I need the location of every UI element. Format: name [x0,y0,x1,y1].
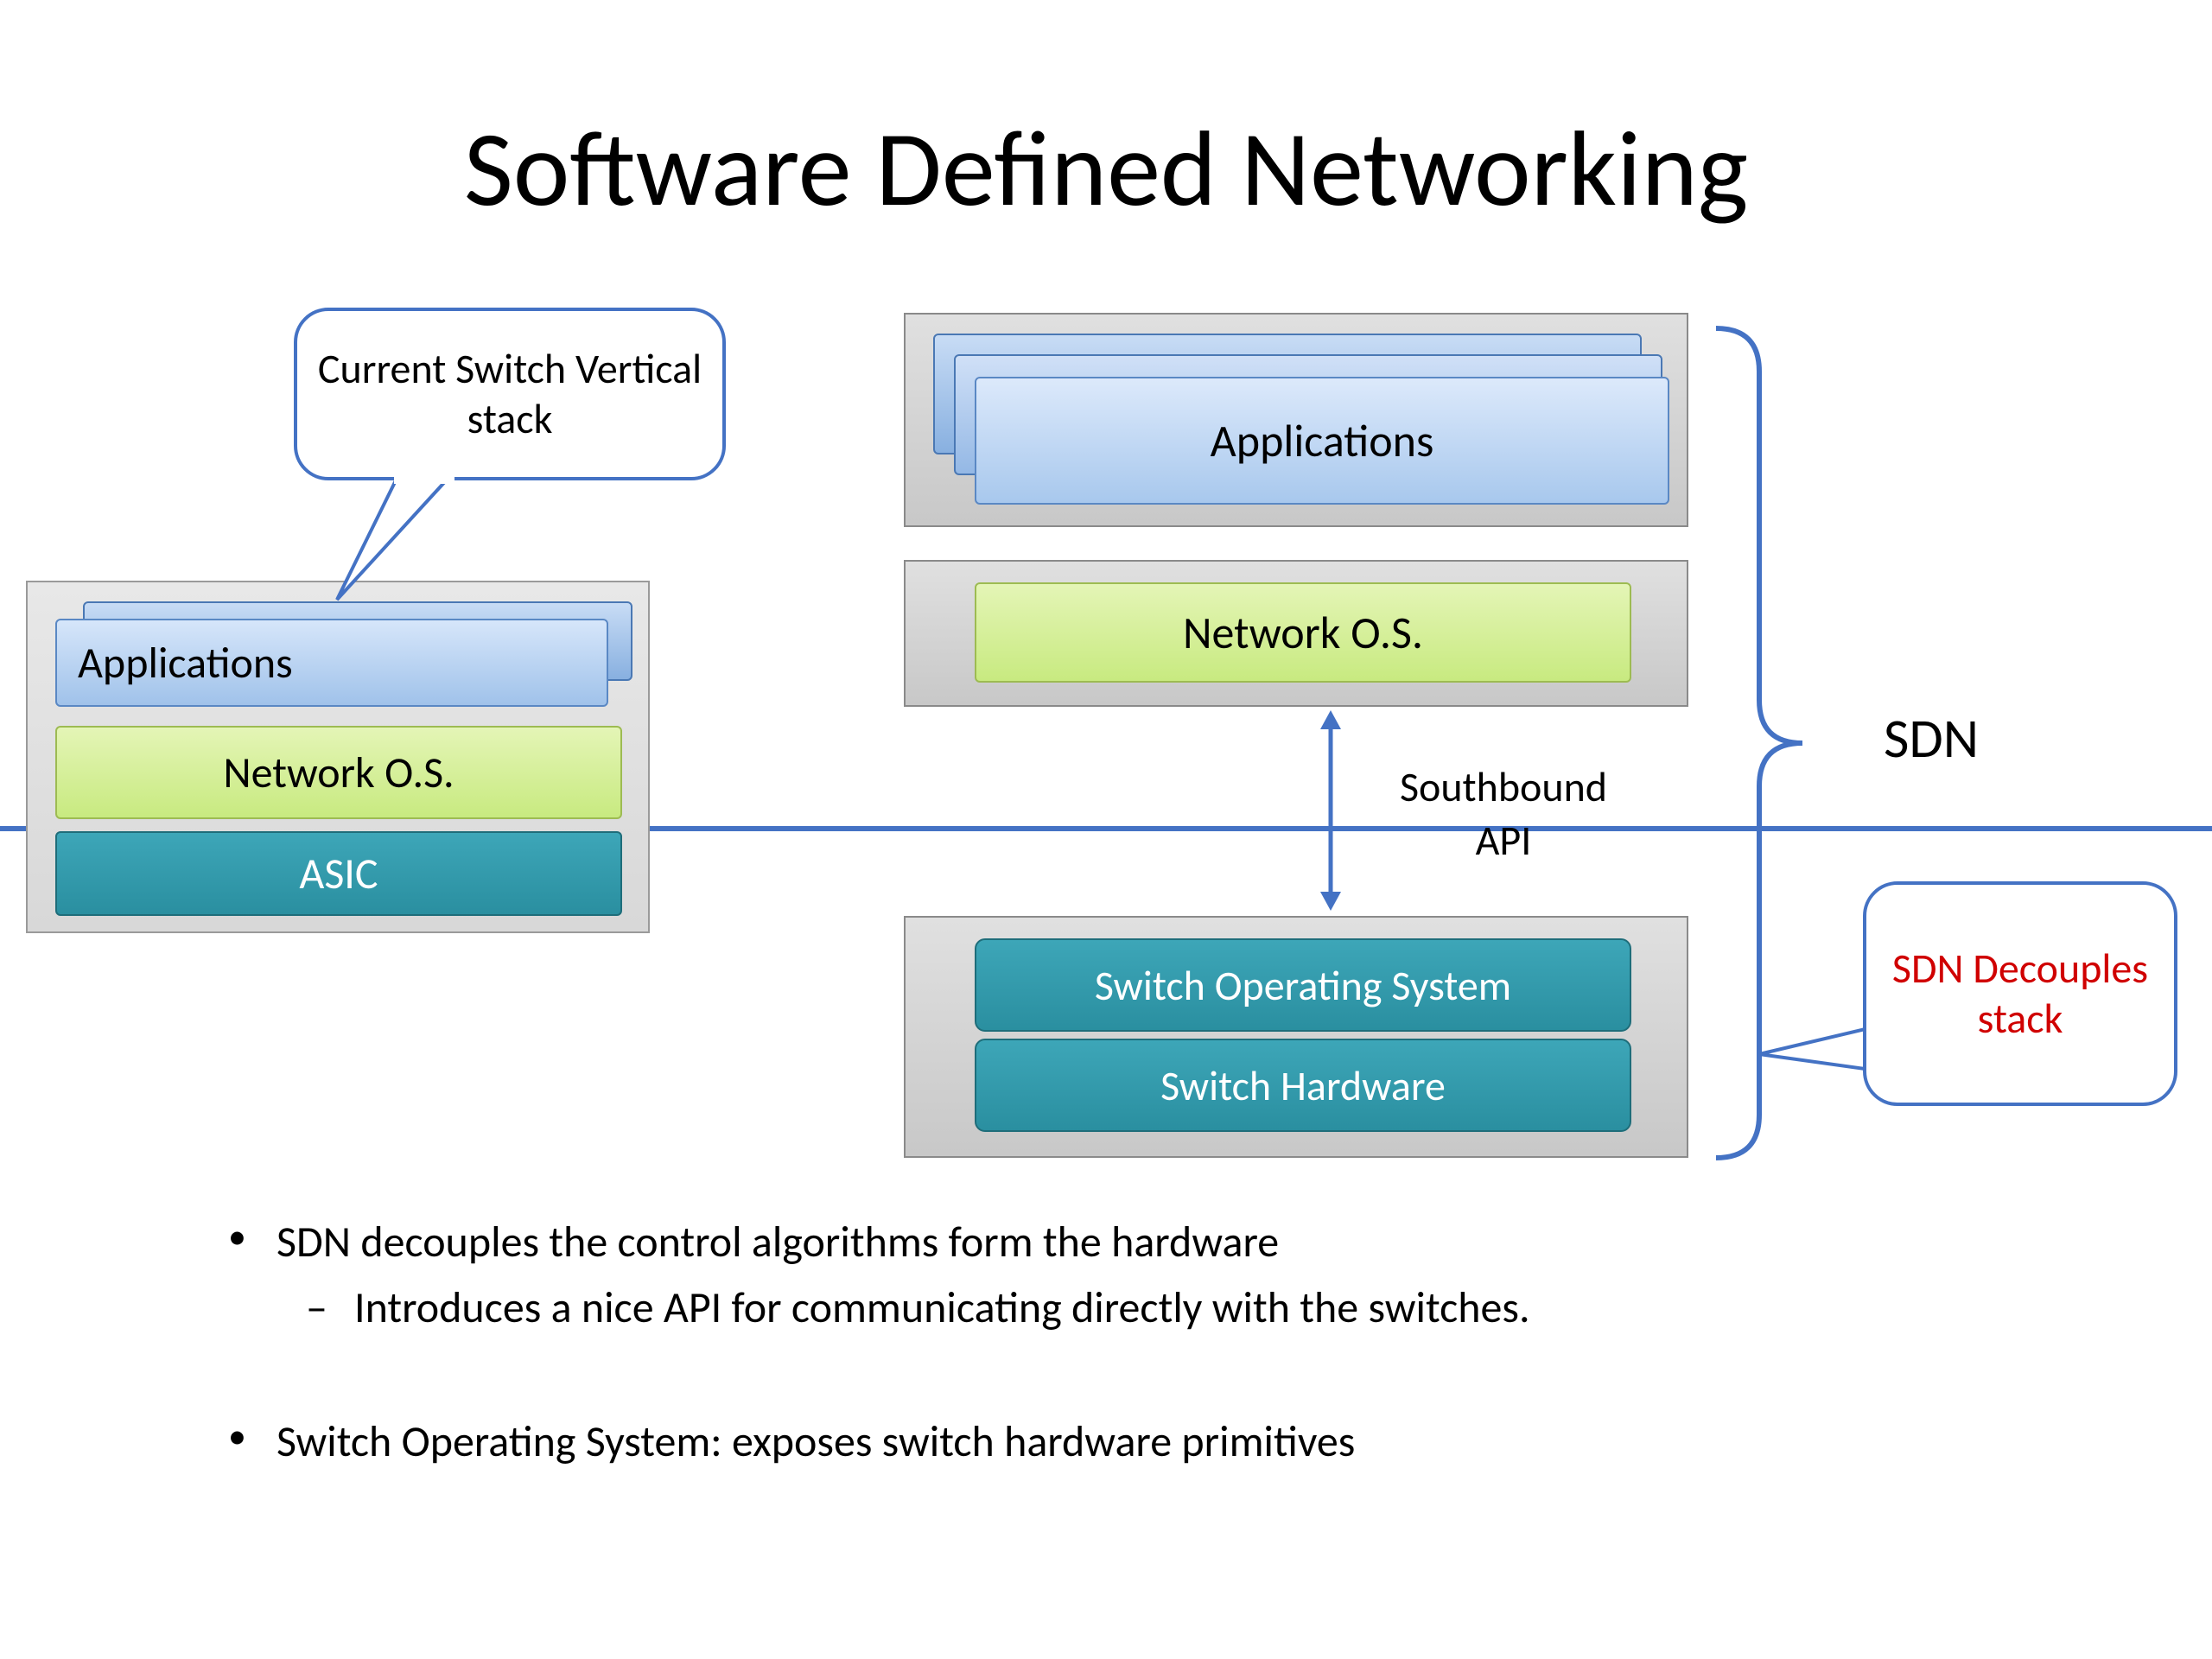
sdn-network-os-box: Network O.S. [975,582,1631,683]
switch-hardware-box: Switch Hardware [975,1039,1631,1132]
sdn-applications-box: Applications [975,377,1669,505]
current-switch-callout: Current Switch Vertical stack [294,308,726,480]
bullet-list: SDN decouples the control algorithms for… [225,1213,1866,1478]
bullet-1a: Introduces a nice API for communicating … [225,1279,1866,1338]
slide-title: Software Defined Networking [0,104,2212,234]
bullet-1: SDN decouples the control algorithms for… [225,1213,1866,1272]
left-network-os-box: Network O.S. [55,726,622,819]
left-asic-box: ASIC [55,831,622,916]
southbound-api-arrow-icon [1313,707,1348,914]
current-switch-callout-tail [328,470,467,608]
bullet-2: Switch Operating System: exposes switch … [225,1413,1866,1471]
switch-operating-system-box: Switch Operating System [975,938,1631,1032]
southbound-api-label: Southbound API [1374,760,1633,868]
sdn-label: SDN [1884,705,1979,772]
left-applications-box: Applications [55,619,608,707]
sdn-decouples-callout: SDN Decouples stack [1863,881,2177,1106]
